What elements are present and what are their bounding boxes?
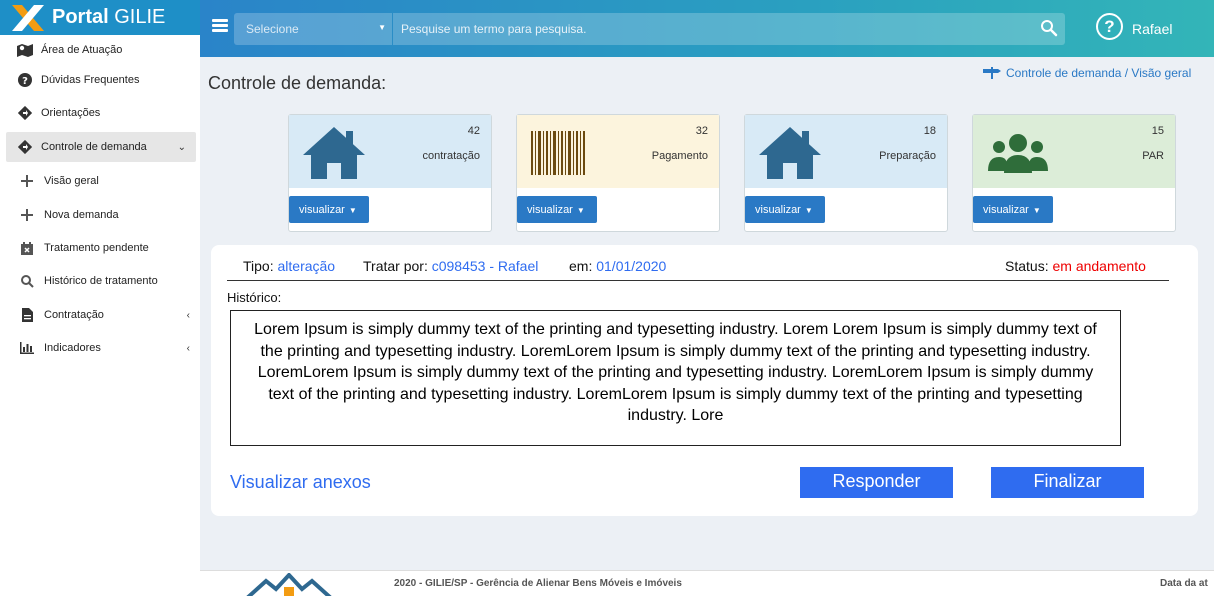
sidebar-item-label: Orientações <box>41 107 101 119</box>
caret-down-icon: ▼ <box>348 206 357 215</box>
page-title: Controle de demanda: <box>208 73 387 93</box>
visualizar-button[interactable]: visualizar ▼ <box>517 196 597 223</box>
visualizar-button[interactable]: visualizar ▼ <box>289 196 369 223</box>
visualizar-button[interactable]: visualizar ▼ <box>973 196 1053 223</box>
data-value: 01/01/2020 <box>596 258 667 274</box>
menu-toggle-icon[interactable] <box>212 19 228 33</box>
status-field: Status: em andamento <box>1005 258 1146 274</box>
card-label: Preparação <box>879 150 936 162</box>
card-label: PAR <box>1142 150 1164 162</box>
calendar-x-icon <box>19 241 35 255</box>
sidebar-item-indicadores[interactable]: Indicadores ‹ <box>0 333 200 363</box>
finalizar-button[interactable]: Finalizar <box>991 467 1144 498</box>
sidebar-item-label: Área de Atuação <box>41 44 123 56</box>
caret-down-icon: ▼ <box>378 23 386 32</box>
caret-down-icon: ▼ <box>576 206 585 215</box>
sidebar-item-controle-demanda[interactable]: Controle de demanda ⌄ <box>6 132 196 162</box>
sidebar-item-orientacoes[interactable]: Orientações <box>0 98 200 128</box>
search-input[interactable]: Pesquise um termo para pesquisa. <box>393 13 1065 45</box>
card-count: 32 <box>695 125 708 137</box>
footer-text: 2020 - GILIE/SP - Gerência de Alienar Be… <box>394 578 682 589</box>
card-count: 18 <box>923 125 936 137</box>
breadcrumb-text: Controle de demanda / Visão geral <box>1006 66 1192 80</box>
brand-title[interactable]: Portal GILIE <box>52 6 165 29</box>
plus-icon <box>19 174 35 188</box>
visualizar-button[interactable]: visualizar ▼ <box>745 196 825 223</box>
card-preparacao: 18 Preparação visualizar ▼ <box>744 114 948 232</box>
tratar-value: c098453 - Rafael <box>431 258 539 274</box>
bar-chart-icon <box>19 341 35 355</box>
document-icon <box>19 308 35 322</box>
barcode-icon <box>531 131 585 175</box>
status-value: em andamento <box>1052 258 1146 274</box>
sidebar-item-label: Controle de demanda <box>41 141 147 153</box>
card-count: 15 <box>1151 125 1164 137</box>
gilie-logo-icon <box>246 573 332 596</box>
sidebar-item-label: Contratação <box>44 309 104 321</box>
sidebar-item-tratamento-pendente[interactable]: Tratamento pendente <box>0 233 200 263</box>
card-label: Pagamento <box>651 150 708 162</box>
sidebar-item-label: Indicadores <box>44 342 101 354</box>
brand-bar: Portal GILIE <box>0 0 200 35</box>
sidebar-item-label: Nova demanda <box>44 209 119 221</box>
historico-text: Lorem Ipsum is simply dummy text of the … <box>230 310 1121 446</box>
card-par: 15 PAR visualizar ▼ <box>972 114 1176 232</box>
sidebar-item-label: Visão geral <box>44 175 99 187</box>
plus-icon <box>19 208 35 222</box>
sidebar-item-label: Histórico de tratamento <box>44 275 158 287</box>
sidebar-item-nova-demanda[interactable]: Nova demanda <box>0 200 200 230</box>
user-name[interactable]: Rafael <box>1132 21 1172 37</box>
chevron-left-icon: ‹ <box>186 342 190 354</box>
sidebar-item-label: Dúvidas Frequentes <box>41 74 140 86</box>
card-contratacao: 42 contratação visualizar ▼ <box>288 114 492 232</box>
chevron-down-icon: ⌄ <box>177 141 186 153</box>
card-pagamento: 32 Pagamento visualizar ▼ <box>516 114 720 232</box>
historico-label: Histórico: <box>227 290 282 305</box>
diamond-arrow-icon <box>17 140 33 154</box>
demand-detail-panel: Tipo: alteração Tratar por: c098453 - Ra… <box>211 245 1198 516</box>
sidebar-item-label: Tratamento pendente <box>44 242 149 254</box>
svg-text:?: ? <box>22 76 28 87</box>
sidebar-item-visao-geral[interactable]: Visão geral <box>0 166 200 196</box>
logo-x-icon <box>12 4 44 31</box>
search-icon <box>19 274 35 288</box>
card-count: 42 <box>467 125 480 137</box>
category-select-value: Selecione <box>246 22 299 36</box>
question-circle-icon: ? <box>17 73 33 87</box>
category-select[interactable]: Selecione ▼ <box>234 13 392 45</box>
card-header: 42 contratação <box>289 115 491 188</box>
sidebar-item-area-atuacao[interactable]: Área de Atuação <box>0 35 200 65</box>
sidebar-item-contratacao[interactable]: Contratação ‹ <box>0 300 200 330</box>
diamond-arrow-icon <box>17 106 33 120</box>
users-icon <box>988 134 1048 173</box>
sidebar-item-duvidas[interactable]: ? Dúvidas Frequentes <box>0 65 200 95</box>
chevron-left-icon: ‹ <box>186 309 190 321</box>
card-label: contratação <box>422 150 480 162</box>
divider <box>227 280 1169 281</box>
breadcrumb[interactable]: Controle de demanda / Visão geral <box>983 66 1191 80</box>
caret-down-icon: ▼ <box>804 206 813 215</box>
data-field: em: 01/01/2020 <box>569 258 667 274</box>
help-icon[interactable]: ? <box>1096 13 1123 40</box>
footer-right-text: Data da at <box>1160 578 1208 589</box>
search-placeholder: Pesquise um termo para pesquisa. <box>401 22 587 36</box>
top-navbar: Selecione ▼ Pesquise um termo para pesqu… <box>200 0 1214 57</box>
signpost-icon <box>983 67 1001 79</box>
sidebar-item-historico[interactable]: Histórico de tratamento <box>0 266 200 296</box>
house-icon <box>759 127 821 179</box>
tratar-field: Tratar por: c098453 - Rafael <box>363 258 539 274</box>
tipo-value: alteração <box>277 258 336 274</box>
caret-down-icon: ▼ <box>1032 206 1041 215</box>
visualizar-anexos-link[interactable]: Visualizar anexos <box>230 472 371 493</box>
tipo-field: Tipo: alteração <box>243 258 336 274</box>
card-header: 15 PAR <box>973 115 1175 188</box>
footer: 2020 - GILIE/SP - Gerência de Alienar Be… <box>200 570 1214 596</box>
house-icon <box>303 127 365 179</box>
sidebar: Área de Atuação ? Dúvidas Frequentes Ori… <box>0 35 200 596</box>
card-header: 18 Preparação <box>745 115 947 188</box>
responder-button[interactable]: Responder <box>800 467 953 498</box>
map-icon <box>17 43 33 57</box>
card-header: 32 Pagamento <box>517 115 719 188</box>
search-icon[interactable] <box>1040 19 1058 37</box>
